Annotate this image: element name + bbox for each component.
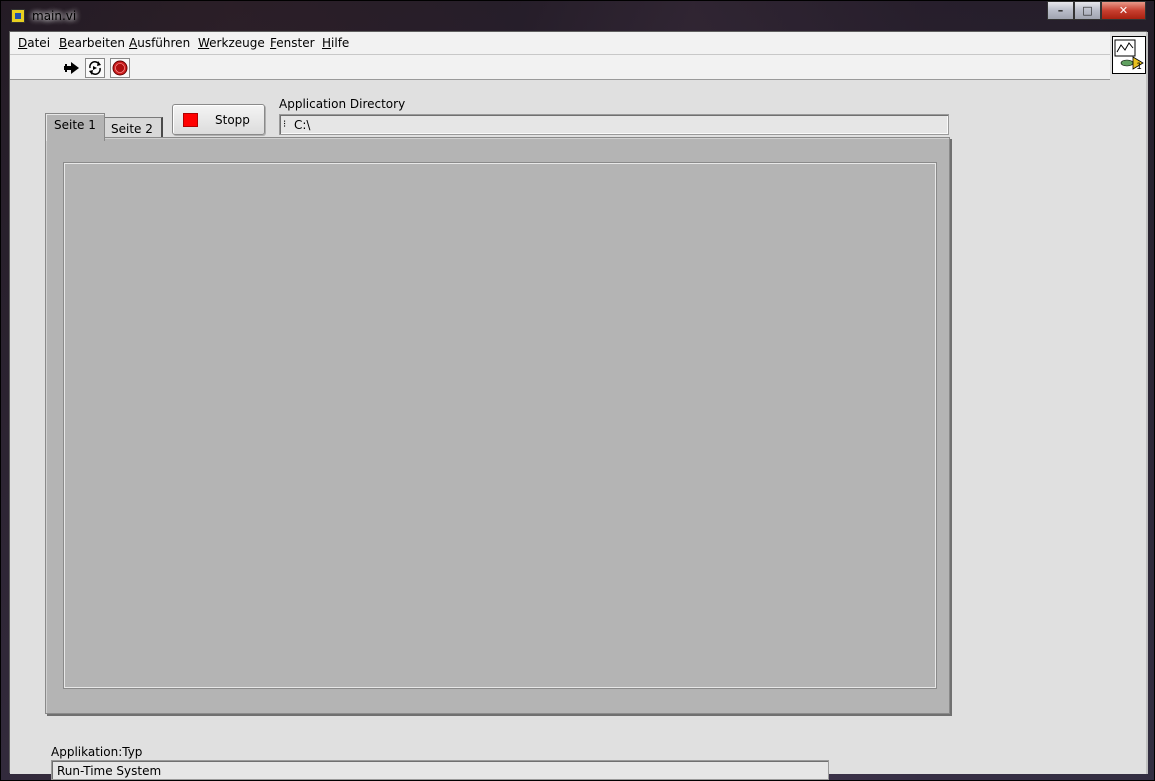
run-button[interactable] xyxy=(62,58,82,78)
menu-werkzeuge[interactable]: Werkzeuge xyxy=(198,36,265,50)
app-type-indicator[interactable]: Run-Time System xyxy=(51,760,829,780)
panel-border xyxy=(1146,32,1148,774)
menu-bearbeiten[interactable]: Bearbeiten xyxy=(59,36,125,50)
app-directory-value: C:\ xyxy=(294,118,311,132)
run-continuously-icon xyxy=(89,61,101,75)
stop-indicator-icon xyxy=(183,113,198,127)
application-window: main.vi – □ ✕ Datei Bearbeiten Ausführen… xyxy=(0,0,1155,781)
menu-hilfe[interactable]: Hilfe xyxy=(322,36,349,50)
run-continuously-button[interactable] xyxy=(85,58,105,78)
page-container xyxy=(63,162,937,689)
window-title: main.vi xyxy=(32,9,77,23)
vi-instance-number: 1 xyxy=(1136,62,1142,72)
tab-seite-1[interactable]: Seite 1 xyxy=(45,113,105,141)
path-browse-icon: ⁝ xyxy=(283,119,287,130)
client-area: Datei Bearbeiten Ausführen Werkzeuge Fen… xyxy=(9,31,1148,780)
abort-icon xyxy=(112,60,128,76)
title-bar[interactable]: main.vi – □ ✕ xyxy=(1,1,1154,31)
menu-fenster[interactable]: Fenster xyxy=(270,36,315,50)
vi-connector-icon[interactable]: 1 xyxy=(1112,36,1146,74)
app-type-value: Run-Time System xyxy=(57,764,162,778)
tab-control-page xyxy=(45,137,950,714)
labview-vi-icon xyxy=(11,9,25,23)
menu-bar: Datei Bearbeiten Ausführen Werkzeuge Fen… xyxy=(10,32,1110,54)
menu-datei[interactable]: Datei xyxy=(18,36,50,50)
stop-button-label: Stopp xyxy=(215,113,250,127)
app-directory-label: Application Directory xyxy=(279,97,406,111)
front-panel: Seite 1 Seite 2 Stopp Application Direct… xyxy=(10,80,1146,780)
stop-button[interactable]: Stopp xyxy=(172,104,265,135)
abort-button[interactable] xyxy=(110,58,130,78)
run-arrow-icon xyxy=(64,62,79,74)
app-type-label: Applikation:Typ xyxy=(51,745,143,759)
app-directory-path-indicator[interactable]: ⁝ C:\ xyxy=(279,114,949,135)
maximize-button[interactable]: □ xyxy=(1074,1,1101,20)
minimize-button[interactable]: – xyxy=(1047,1,1074,20)
window-controls: – □ ✕ xyxy=(1047,1,1146,21)
close-button[interactable]: ✕ xyxy=(1101,1,1146,20)
menu-ausfuehren[interactable]: Ausführen xyxy=(129,36,190,50)
toolbar xyxy=(10,54,1110,80)
